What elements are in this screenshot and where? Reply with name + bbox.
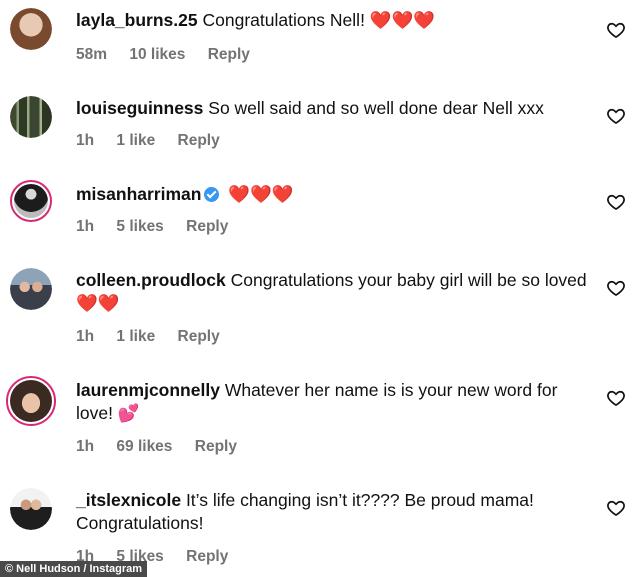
comment-username[interactable]: louiseguinness xyxy=(76,98,203,118)
comment-username[interactable]: colleen.proudlock xyxy=(76,270,226,290)
comment-username[interactable]: misanharriman xyxy=(76,184,201,204)
comment-text: _itslexnicole It’s life changing isn’t i… xyxy=(76,489,596,535)
like-heart-icon[interactable] xyxy=(606,388,626,408)
comment-likes[interactable]: 10 likes xyxy=(129,46,185,63)
comment-time: 58m xyxy=(76,46,108,63)
comment-text: layla_burns.25 Congratulations Nell! ❤️❤… xyxy=(76,9,596,32)
heart-emoji: ❤️❤️❤️ xyxy=(228,184,294,204)
comment-time: 1h xyxy=(76,218,95,235)
verified-badge-icon xyxy=(204,187,220,202)
comment-meta: 1h 5 likes Reply xyxy=(76,218,246,236)
reply-button[interactable]: Reply xyxy=(195,438,237,455)
avatar[interactable] xyxy=(10,268,52,310)
like-heart-icon[interactable] xyxy=(606,498,626,518)
reply-button[interactable]: Reply xyxy=(178,328,220,345)
comment-likes[interactable]: 1 like xyxy=(116,132,155,149)
comment-username[interactable]: layla_burns.25 xyxy=(76,10,198,30)
comment-meta: 1h 1 like Reply xyxy=(76,328,238,346)
comment-likes[interactable]: 69 likes xyxy=(116,438,172,455)
comment-body: Congratulations your baby girl will be s… xyxy=(230,270,587,290)
avatar[interactable] xyxy=(10,96,52,138)
avatar[interactable] xyxy=(10,180,52,222)
comment-body: So well said and so well done dear Nell … xyxy=(208,98,544,118)
reply-button[interactable]: Reply xyxy=(186,218,228,235)
comment-likes[interactable]: 1 like xyxy=(116,328,155,345)
comment-text: louiseguinness So well said and so well … xyxy=(76,97,596,120)
avatar[interactable] xyxy=(10,488,52,530)
comment-username[interactable]: _itslexnicole xyxy=(76,490,181,510)
reply-button[interactable]: Reply xyxy=(208,46,250,63)
reply-button[interactable]: Reply xyxy=(186,548,228,565)
comment-text: laurenmjconnelly Whatever her name is is… xyxy=(76,379,596,425)
like-heart-icon[interactable] xyxy=(606,106,626,126)
like-heart-icon[interactable] xyxy=(606,20,626,40)
hearts-emoji: 💕 xyxy=(117,403,140,423)
photo-credit: © Nell Hudson / Instagram xyxy=(0,561,148,577)
comment-text: colleen.proudlock Congratulations your b… xyxy=(76,269,596,315)
avatar[interactable] xyxy=(10,8,52,50)
comment-username[interactable]: laurenmjconnelly xyxy=(76,380,220,400)
avatar[interactable] xyxy=(6,376,56,426)
comment-time: 1h xyxy=(76,328,95,345)
comment-body: Congratulations Nell! xyxy=(202,10,370,30)
comment-meta: 58m 10 likes Reply xyxy=(76,46,268,64)
comment-likes[interactable]: 5 likes xyxy=(116,218,163,235)
heart-emoji: ❤️❤️ xyxy=(76,293,120,313)
reply-button[interactable]: Reply xyxy=(178,132,220,149)
comment-text: misanharriman ❤️❤️❤️ xyxy=(76,183,596,206)
comment-meta: 1h 1 like Reply xyxy=(76,132,238,150)
like-heart-icon[interactable] xyxy=(606,192,626,212)
comment-meta: 1h 69 likes Reply xyxy=(76,438,255,456)
heart-emoji: ❤️❤️❤️ xyxy=(369,10,436,30)
like-heart-icon[interactable] xyxy=(606,278,626,298)
comment-time: 1h xyxy=(76,132,95,149)
comment-time: 1h xyxy=(76,438,95,455)
